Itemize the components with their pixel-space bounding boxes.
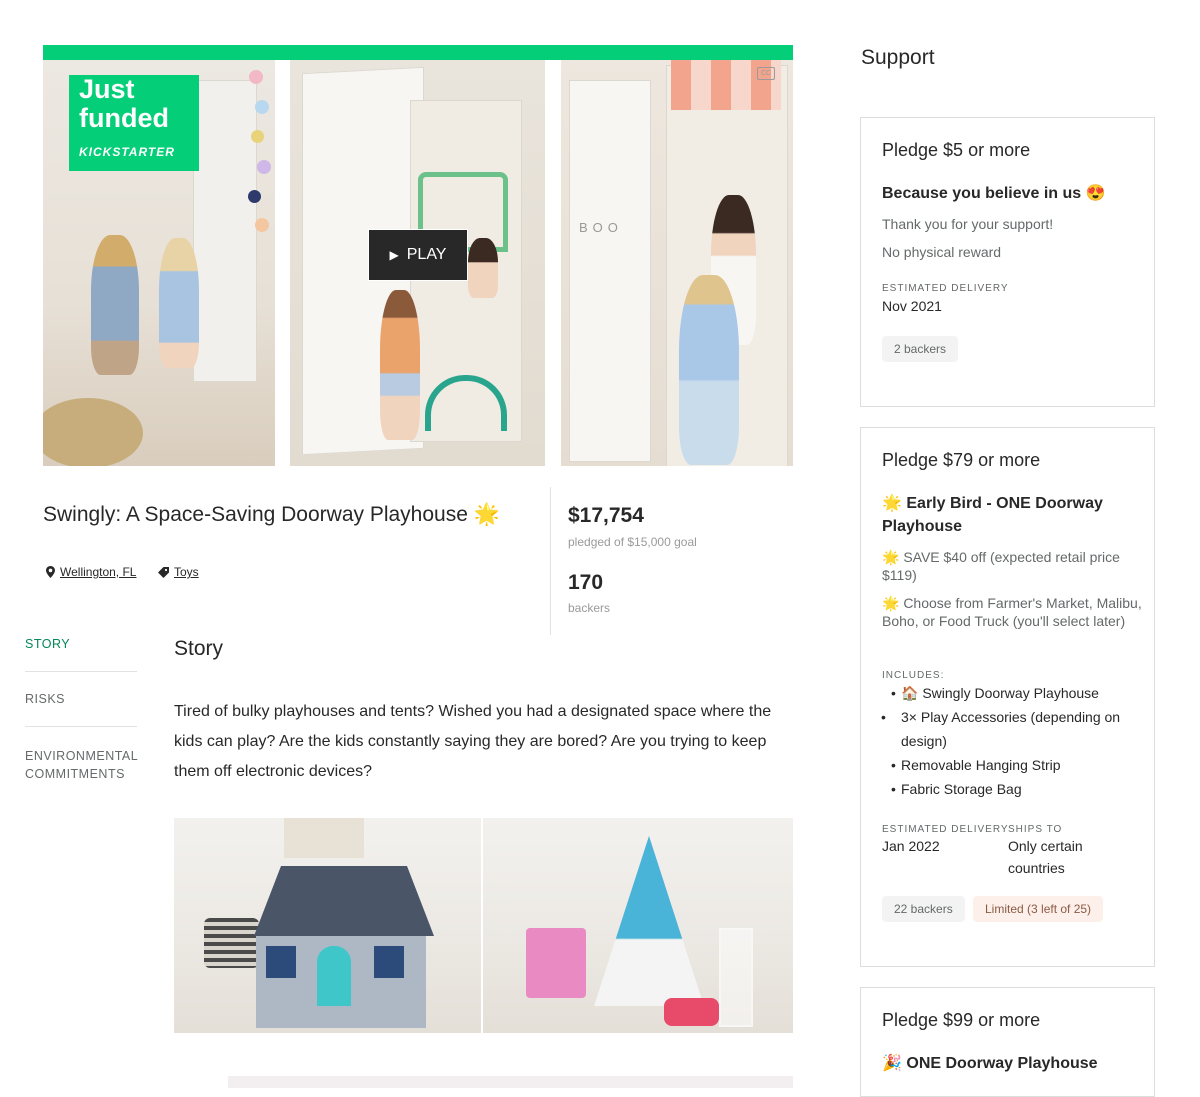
playhouse-roof-image — [254, 866, 434, 936]
mother-image — [468, 238, 498, 298]
pompom-image — [255, 218, 269, 232]
dollhouse-image — [526, 928, 586, 998]
star-icon: 🌟 — [473, 503, 500, 526]
reward-card[interactable]: Pledge $99 or more 🎉 ONE Doorway Playhou… — [860, 987, 1155, 1097]
project-category[interactable]: Toys — [158, 565, 199, 579]
toy-car-image — [664, 998, 719, 1026]
reward-title[interactable]: Pledge $99 or more — [882, 1010, 1040, 1031]
includes-item-text: Fabric Storage Bag — [901, 781, 1022, 797]
reward-name: 🎉 ONE Doorway Playhouse — [882, 1055, 1098, 1072]
reward-card[interactable]: Pledge $79 or more 🌟 Early Bird - ONE Do… — [860, 427, 1155, 967]
playhouse-door-image — [317, 946, 351, 1006]
video-panel-left: Just funded KICKSTARTER — [43, 60, 275, 466]
playhouse-window-image — [374, 946, 404, 978]
play-label: PLAY — [406, 246, 447, 263]
pompom-image — [257, 160, 271, 174]
nav-divider — [25, 726, 137, 727]
child-image — [91, 235, 139, 375]
shelf-image — [284, 818, 364, 858]
reward-description: No physical reward — [882, 244, 1002, 260]
reward-name: 🌟 Early Bird - ONE Doorway Playhouse — [882, 495, 1103, 535]
bullet-icon: • — [891, 757, 896, 773]
nav-risks[interactable]: RISKS — [25, 692, 137, 706]
ships-to-label: SHIPS TO — [1008, 824, 1063, 835]
project-title: Swingly: A Space-Saving Doorway Playhous… — [43, 503, 500, 527]
bullet-icon: • — [881, 709, 886, 725]
stats-divider — [550, 487, 551, 635]
playhouse-window-image — [266, 946, 296, 978]
pompom-image — [251, 130, 264, 143]
pouf-image — [43, 398, 143, 466]
limited-badge: Limited (3 left of 25) — [973, 896, 1104, 922]
delivery-label: ESTIMATED DELIVERY — [882, 824, 1009, 835]
pompom-image — [255, 100, 269, 114]
includes-item-text: 3× Play Accessories (depending on design… — [901, 709, 1121, 749]
nav-divider — [25, 671, 137, 672]
wall-sign: BOO — [579, 220, 623, 235]
nav-environmental-commitments[interactable]: ENVIRONMENTAL COMMITMENTS — [25, 747, 137, 783]
child-image — [380, 290, 420, 440]
pledged-amount: $17,754 — [568, 504, 644, 527]
child-image — [679, 275, 739, 465]
video-panel-right: BOO — [561, 60, 793, 466]
badge-line-2: funded — [79, 103, 169, 133]
includes-item-text: 🏠 Swingly Doorway Playhouse — [901, 685, 1099, 701]
includes-item-text: Removable Hanging Strip — [901, 757, 1061, 773]
delivery-label: ESTIMATED DELIVERY — [882, 283, 1009, 294]
pledged-goal: pledged of $15,000 goal — [568, 535, 697, 549]
door-image — [569, 80, 651, 462]
just-funded-badge: Just funded KICKSTARTER — [69, 75, 199, 171]
high-chair-image — [719, 928, 753, 1027]
support-heading: Support — [861, 46, 935, 69]
play-button[interactable]: ▶ PLAY — [368, 229, 468, 281]
reward-card[interactable]: Pledge $5 or more Because you believe in… — [860, 117, 1155, 407]
badge-line-1: Just — [79, 74, 135, 104]
backers-label: backers — [568, 601, 611, 615]
next-section-fade — [228, 1076, 793, 1088]
bullet-icon: • — [891, 781, 896, 797]
reward-description: 🌟 Choose from Farmer's Market, Malibu, B… — [882, 595, 1142, 629]
bullet-icon: • — [891, 685, 896, 701]
story-image — [174, 818, 793, 1033]
reward-description: 🌟 SAVE $40 off (expected retail price $1… — [882, 549, 1120, 583]
backers-badge: 22 backers — [882, 896, 965, 922]
location-link[interactable]: Wellington, FL — [60, 565, 136, 579]
video-top-bar — [43, 45, 793, 60]
curtain-image — [193, 80, 257, 382]
story-heading: Story — [174, 637, 224, 660]
reward-title[interactable]: Pledge $5 or more — [882, 140, 1030, 161]
includes-label: INCLUDES: — [882, 670, 945, 681]
reward-description: Thank you for your support! — [882, 216, 1054, 232]
badge-brand: KICKSTARTER — [79, 145, 175, 159]
delivery-date: Jan 2022 — [882, 838, 940, 854]
includes-item: • Fabric Storage Bag — [891, 777, 1131, 801]
includes-item: • 🏠 Swingly Doorway Playhouse — [891, 681, 1131, 705]
location-pin-icon — [46, 566, 55, 578]
basket-image — [204, 918, 259, 968]
play-icon: ▶ — [389, 248, 399, 262]
includes-item: • 3× Play Accessories (depending on desig… — [881, 705, 1141, 753]
divider-image — [481, 818, 483, 1033]
includes-item: • Removable Hanging Strip — [891, 753, 1131, 777]
pompom-image — [249, 70, 263, 84]
project-video[interactable]: Just funded KICKSTARTER BOO ▶ PLAY CC — [43, 45, 793, 466]
category-link[interactable]: Toys — [174, 565, 199, 579]
story-paragraph: Tired of bulky playhouses and tents? Wis… — [174, 703, 772, 780]
closed-captions-icon[interactable]: CC — [757, 67, 775, 80]
reward-name: Because you believe in us 😍 — [882, 185, 1106, 202]
teepee-image — [594, 836, 704, 1006]
tag-icon — [158, 566, 169, 578]
project-title-text: Swingly: A Space-Saving Doorway Playhous… — [43, 503, 468, 526]
pompom-image — [248, 190, 261, 203]
badge-title: Just funded — [79, 75, 169, 133]
nav-story[interactable]: STORY — [25, 637, 137, 651]
delivery-date: Nov 2021 — [882, 298, 942, 314]
project-location[interactable]: Wellington, FL — [46, 565, 136, 579]
reward-title[interactable]: Pledge $79 or more — [882, 450, 1040, 471]
child-image — [159, 238, 199, 368]
backers-count: 170 — [568, 571, 604, 594]
ships-to-value: Only certain countries — [1008, 838, 1083, 876]
backers-badge: 2 backers — [882, 336, 959, 362]
